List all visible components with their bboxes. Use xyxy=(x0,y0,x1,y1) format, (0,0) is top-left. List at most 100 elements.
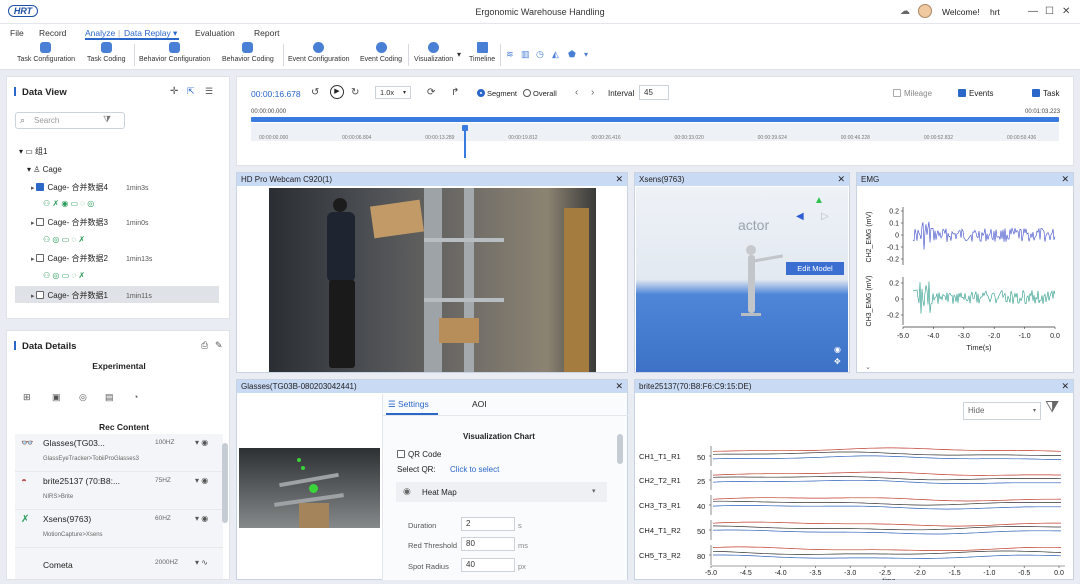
device-row[interactable]: ✗ Xsens(9763) 60HZ ▾ ◉ MotionCapture>Xse… xyxy=(15,510,223,548)
channel-series xyxy=(712,500,1061,506)
heat-map-section[interactable]: ◉ Heat Map ▾ xyxy=(396,482,607,502)
bar-chart-icon[interactable]: ▥ xyxy=(521,49,530,60)
clock-icon[interactable]: ◷ xyxy=(536,49,544,60)
visualization-dropdown-icon[interactable]: ▾ xyxy=(457,50,461,59)
forward-icon[interactable]: ↻ xyxy=(351,87,359,98)
behavior-coding-button[interactable]: Behavior Coding xyxy=(222,42,274,63)
line-chart-icon[interactable]: ≋ xyxy=(506,49,514,60)
menu-file[interactable]: File xyxy=(10,28,24,38)
area-chart-icon[interactable]: ◭ xyxy=(552,49,559,60)
menu-evaluation[interactable]: Evaluation xyxy=(195,28,235,38)
qr-code-checkbox[interactable]: QR Code xyxy=(397,450,441,459)
duration-input[interactable]: 2 xyxy=(461,517,515,531)
eye-icon xyxy=(428,42,440,53)
click-to-select-link[interactable]: Click to select xyxy=(450,465,499,474)
prev-icon[interactable]: ‹ xyxy=(575,87,578,98)
close-icon[interactable]: ✕ xyxy=(837,173,845,186)
minimize-icon[interactable]: — xyxy=(1028,6,1038,17)
next-icon[interactable]: › xyxy=(591,87,594,98)
tab-aoi[interactable]: AOI xyxy=(472,399,487,409)
tree-group[interactable]: ▾ ▭ 组1 xyxy=(19,146,47,157)
edit-model-button[interactable]: Edit Model xyxy=(786,262,844,275)
video-icon[interactable]: ▣ xyxy=(52,392,61,403)
list-icon[interactable]: ☰ xyxy=(205,86,213,97)
mileage-checkbox[interactable]: Mileage xyxy=(893,89,932,98)
segment-radio[interactable]: Segment xyxy=(477,89,517,98)
close-icon[interactable]: ✕ xyxy=(615,173,623,186)
tree-item[interactable]: ▸ Cage- 合并数据2 1min13s xyxy=(31,253,152,264)
tree-subgroup[interactable]: ▾ ♙ Cage xyxy=(27,165,62,174)
edit-icon[interactable]: ✎ xyxy=(215,340,223,351)
timeline-button[interactable]: Timeline xyxy=(469,42,495,63)
print-icon[interactable]: ⎙ xyxy=(201,340,208,351)
close-icon[interactable]: ✕ xyxy=(615,380,623,393)
tree-item[interactable]: ▸ Cage- 合并数据4 1min3s xyxy=(31,182,149,193)
avatar[interactable] xyxy=(918,4,932,18)
pie-icon[interactable]: ◔ xyxy=(133,392,138,402)
loop-icon[interactable]: ⟳ xyxy=(427,87,435,98)
device-row[interactable]: Cometa 2000HZ ▾ ∿ xyxy=(15,548,223,579)
timeline-tick-label: 00:00:26.416 xyxy=(591,135,621,141)
close-icon[interactable]: ✕ xyxy=(1062,6,1070,17)
title-bar: HRT Ergonomic Warehouse Handling ☁ Welco… xyxy=(0,0,1080,24)
close-icon[interactable]: ✕ xyxy=(1061,380,1069,393)
brite-header: brite25137(70:B8:F6:C9:15:DE) ✕ xyxy=(635,380,1073,393)
event-coding-button[interactable]: Event Coding xyxy=(360,42,402,63)
eye-icon[interactable]: ◉ xyxy=(834,345,841,354)
menu-record[interactable]: Record xyxy=(39,28,66,38)
axis-gizmo-z[interactable]: ▷ xyxy=(821,211,829,222)
radar-chart-icon[interactable]: ⬟ xyxy=(568,49,576,60)
scrollbar[interactable] xyxy=(617,434,623,464)
close-icon[interactable]: ✕ xyxy=(1061,173,1069,186)
scrollbar[interactable] xyxy=(222,443,228,523)
spot-radius-input[interactable]: 40 xyxy=(461,558,515,572)
event-configuration-button[interactable]: Event Configuration xyxy=(288,42,349,63)
menu-analyze[interactable]: Analyze xyxy=(85,28,115,38)
device-visibility-icon[interactable]: ▾ ∿ xyxy=(195,558,208,567)
behavior-configuration-button[interactable]: Behavior Configuration xyxy=(139,42,210,63)
axis-gizmo-x[interactable]: ◀ xyxy=(796,211,804,222)
glasses-video[interactable] xyxy=(239,448,380,528)
task-checkbox[interactable]: Task xyxy=(1032,89,1059,98)
chart-dropdown-icon[interactable]: ▾ xyxy=(584,50,588,59)
timeline-track[interactable] xyxy=(251,117,1059,122)
speed-select[interactable]: 1.0x ▾ xyxy=(375,86,411,99)
play-button[interactable]: ▶ xyxy=(330,85,344,99)
eye-icon[interactable]: ◎ xyxy=(79,392,87,403)
device-visibility-icon[interactable]: ▾ ◉ xyxy=(195,514,208,523)
red-threshold-input[interactable]: 80 xyxy=(461,537,515,551)
tree-item[interactable]: ▸ Cage- 合并数据3 1min0s xyxy=(31,217,149,228)
brite-xtick: -5.0 xyxy=(705,570,717,577)
device-visibility-icon[interactable]: ▾ ◉ xyxy=(195,438,208,447)
tree-item-selected[interactable]: ▸ Cage- 合并数据1 1min11s xyxy=(31,290,152,301)
tab-settings[interactable]: ☰ Settings xyxy=(388,399,429,410)
device-row[interactable]: ◓ brite25137 (70:B8:... 75HZ ▾ ◉ NIRS>Br… xyxy=(15,472,223,510)
interval-input[interactable]: 45 xyxy=(639,85,669,100)
maximize-icon[interactable]: ☐ xyxy=(1045,6,1054,17)
document-icon[interactable]: ▤ xyxy=(105,392,114,403)
cloud-icon[interactable]: ☁ xyxy=(900,6,910,17)
rewind-icon[interactable]: ↺ xyxy=(311,87,319,98)
task-configuration-button[interactable]: Task Configuration xyxy=(17,42,75,63)
visualization-button[interactable]: Visualization xyxy=(414,42,453,63)
emg-series-ch2 xyxy=(912,221,1056,250)
device-visibility-icon[interactable]: ▾ ◉ xyxy=(195,476,208,485)
move-icon[interactable]: ✥ xyxy=(834,357,841,366)
export-icon[interactable]: ⇱ xyxy=(187,86,195,97)
menu-data-replay[interactable]: Data Replay xyxy=(124,28,171,38)
filter-icon[interactable]: ⧩ xyxy=(103,114,111,125)
timeline-tick-label: 00:00:13.289 xyxy=(425,135,455,141)
playhead-handle[interactable] xyxy=(462,125,469,131)
crosshair-icon[interactable]: ✛ xyxy=(170,86,178,97)
webcam-video[interactable] xyxy=(269,188,596,372)
events-checkbox[interactable]: Events xyxy=(958,89,993,98)
info-icon[interactable]: ⊞ xyxy=(23,392,31,403)
brite-xtick: -1.5 xyxy=(949,570,961,577)
axis-gizmo-y[interactable]: ▲ xyxy=(814,195,824,206)
xsens-3d-view[interactable]: actor ▲ ◀ ▷ Edit Model ◉ ✥ xyxy=(636,187,848,372)
overall-radio[interactable]: Overall xyxy=(523,89,557,98)
task-coding-button[interactable]: Task Coding xyxy=(87,42,126,63)
menu-report[interactable]: Report xyxy=(254,28,280,38)
device-row[interactable]: 👓 Glasses(TG03... 100HZ ▾ ◉ GlassEyeTrac… xyxy=(15,434,223,472)
repeat-icon[interactable]: ↱ xyxy=(451,87,459,98)
